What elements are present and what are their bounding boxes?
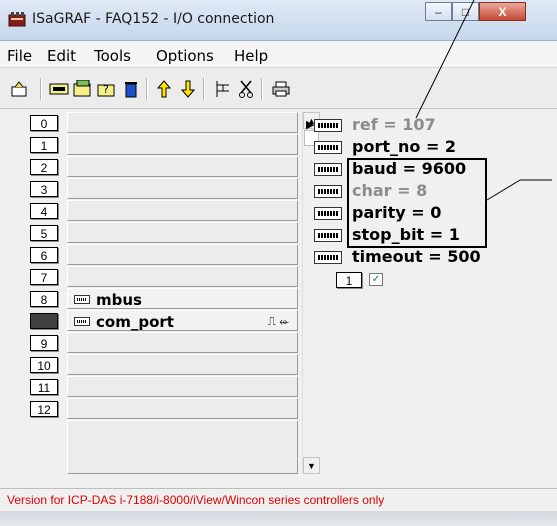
- window-bottom-edge: [0, 511, 557, 526]
- isagraf-window: ISaGRAF - FAQ152 - I/O connection – □ X …: [0, 0, 557, 526]
- annotation-lines: [415, 0, 552, 201]
- annotation-pointer-line: [415, 0, 475, 119]
- annotation-pointer-line: [486, 179, 521, 201]
- status-bar: Version for ICP-DAS i-7188/i-8000/iView/…: [0, 488, 557, 511]
- status-text: Version for ICP-DAS i-7188/i-8000/iView/…: [7, 493, 385, 507]
